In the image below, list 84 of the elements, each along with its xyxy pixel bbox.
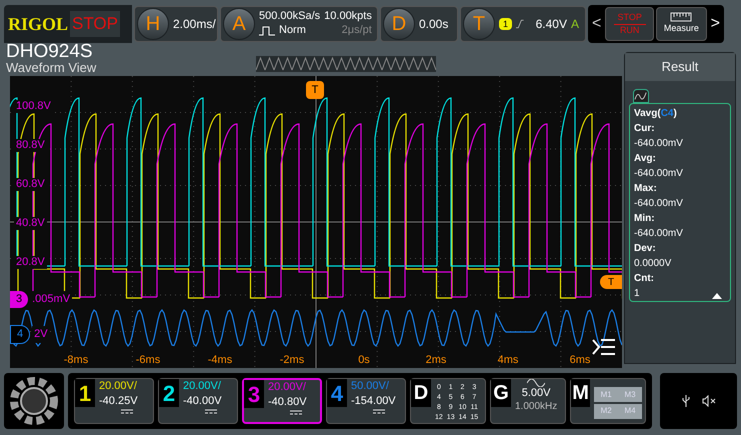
channel-scale: 20.00V/ xyxy=(268,380,307,395)
channel-marker[interactable]: 3 xyxy=(10,291,28,308)
model-name: DHO924S xyxy=(6,42,94,61)
measurement-value: -640.00mV xyxy=(634,196,683,210)
trigger-level-marker[interactable]: T xyxy=(600,275,622,289)
rising-edge-icon xyxy=(516,18,524,30)
x-axis-label: 0s xyxy=(357,353,371,368)
next-button[interactable]: > xyxy=(708,12,722,36)
trigger-position-marker[interactable]: T xyxy=(306,81,324,99)
pulse-icon xyxy=(259,26,275,36)
channel-scale: 20.00V/ xyxy=(183,379,222,394)
measurement-label: Cur: xyxy=(634,122,655,136)
channel-number: 2 xyxy=(159,379,179,407)
x-axis-label: -6ms xyxy=(134,353,162,368)
run-state: STOP xyxy=(70,11,120,37)
x-axis-label: -2ms xyxy=(278,353,306,368)
measurement-label: Dev: xyxy=(634,242,656,256)
y-axis-label: 20.8V xyxy=(14,256,47,269)
brand-logo: RIGOL xyxy=(8,12,68,36)
usb-icon xyxy=(682,395,690,407)
x-axis-label: 6ms xyxy=(568,353,592,368)
trigger-button[interactable]: T 1 6.40V A xyxy=(460,6,586,42)
view-title: Waveform View xyxy=(6,61,96,76)
delay-button[interactable]: D 0.00s xyxy=(380,6,458,42)
channel-offset: -154.00V xyxy=(351,394,396,410)
y-axis-label: 60.8V xyxy=(14,178,47,191)
channel-offset: -40.25V xyxy=(99,394,138,410)
measurement-label: Avg: xyxy=(634,152,656,166)
letter-icon: D xyxy=(383,8,415,40)
letter-icon: T xyxy=(463,8,495,40)
collapse-icon[interactable] xyxy=(712,292,722,298)
x-axis-label: -4ms xyxy=(206,353,234,368)
ruler-icon xyxy=(670,12,692,22)
measure-button[interactable]: Measure xyxy=(656,7,707,41)
channel-offset: .005mV xyxy=(30,291,72,308)
measurement-value: 0.0000V xyxy=(634,256,672,270)
memory-depth: 10.00kpts xyxy=(324,10,372,24)
channel-offset: 2V xyxy=(32,326,50,342)
measurement-label: Max: xyxy=(634,182,657,196)
generator-frequency: 1.000kHz xyxy=(515,400,558,414)
dc-coupling-icon xyxy=(121,409,133,414)
measurement-value: -640.00mV xyxy=(634,136,683,150)
trigger-sweep: A xyxy=(570,16,580,32)
gear-logo-icon[interactable] xyxy=(4,373,64,429)
channel-scale: 50.00V/ xyxy=(351,379,390,394)
dc-coupling-icon xyxy=(205,409,217,414)
letter-icon: H xyxy=(137,8,169,40)
measurement-label: Cnt: xyxy=(634,272,654,286)
y-axis-label: 40.8V xyxy=(14,217,47,230)
dc-coupling-icon xyxy=(290,410,302,416)
trigger-level: 6.40V xyxy=(536,16,567,32)
channel-number: 3 xyxy=(244,380,264,408)
channel-number: 1 xyxy=(75,379,95,407)
panel-title: Result xyxy=(625,53,735,80)
channel-number: 4 xyxy=(327,379,347,407)
prev-button[interactable]: < xyxy=(590,12,604,36)
resolution: 2μs/pt xyxy=(340,24,372,38)
measurement-value: -640.00mV xyxy=(634,166,683,180)
channel-marker[interactable]: 4 xyxy=(10,325,30,344)
channel-scale: 20.00V/ xyxy=(99,379,138,394)
measurement-name: Vavg(C4) xyxy=(634,106,677,120)
measurement-value: 1 xyxy=(634,286,640,300)
acquire-mode: Norm xyxy=(279,24,306,38)
channel-offset: -40.80V xyxy=(268,395,307,410)
y-axis-label: 100.8V xyxy=(14,100,53,113)
generator-amplitude: 5.00V xyxy=(522,387,550,401)
y-axis-label: 80.8V xyxy=(14,139,47,152)
x-axis-label: 4ms xyxy=(496,353,520,368)
waveform-icon xyxy=(633,88,649,102)
acquire-button[interactable]: A 500.00kSa/s Norm 10.00kpts 2μs/pt xyxy=(220,6,378,42)
measurement-value: -640.00mV xyxy=(634,226,683,240)
sine-wave-icon xyxy=(527,379,546,387)
channel-offset: -40.00V xyxy=(183,394,222,410)
dc-coupling-icon xyxy=(373,409,385,414)
horizontal-button[interactable]: H 2.00ms/ xyxy=(134,6,218,42)
trigger-source: 1 xyxy=(499,18,512,30)
x-axis-label: -8ms xyxy=(62,353,90,368)
menu-icon[interactable] xyxy=(592,338,616,356)
letter-icon: A xyxy=(223,8,255,40)
x-axis-label: 2ms xyxy=(424,353,448,368)
mute-icon xyxy=(702,395,716,407)
measurement-label: Min: xyxy=(634,212,655,226)
math-letter: M xyxy=(571,379,590,407)
sample-rate: 500.00kSa/s xyxy=(259,10,320,24)
